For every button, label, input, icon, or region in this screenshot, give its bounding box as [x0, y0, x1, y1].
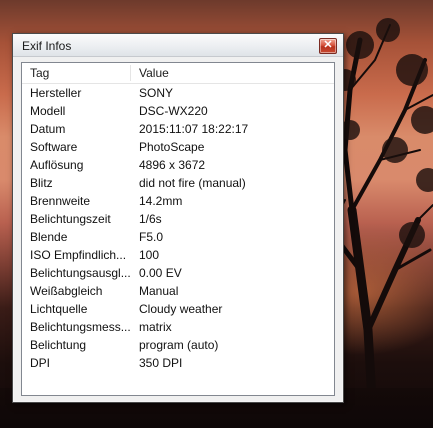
table-row[interactable]: ISO Empfindlich... 100 — [22, 246, 334, 264]
column-header-tag[interactable]: Tag — [30, 66, 49, 80]
row-value: program (auto) — [139, 338, 219, 352]
table-row[interactable]: Software PhotoScape — [22, 138, 334, 156]
row-tag: Belichtungsmess... — [30, 320, 131, 334]
row-tag: Hersteller — [30, 86, 82, 100]
table-body: Hersteller SONY Modell DSC-WX220 Datum 2015… — [22, 84, 334, 372]
row-tag: Auflösung — [30, 158, 84, 172]
table-row[interactable]: Belichtungsausgl... 0.00 EV — [22, 264, 334, 282]
table-row[interactable]: Hersteller SONY — [22, 84, 334, 102]
row-tag: Lichtquelle — [30, 302, 88, 316]
row-tag: Blende — [30, 230, 68, 244]
row-tag: Weißabgleich — [30, 284, 103, 298]
close-button[interactable]: ✕ — [319, 38, 337, 54]
row-tag: Datum — [30, 122, 66, 136]
column-separator[interactable] — [130, 65, 131, 81]
title-bar[interactable]: Exif Infos ✕ — [13, 34, 343, 57]
row-tag: Blitz — [30, 176, 53, 190]
table-row[interactable]: Brennweite 14.2mm — [22, 192, 334, 210]
row-value: 2015:11:07 18:22:17 — [139, 122, 249, 136]
column-header-row: Tag Value — [22, 63, 334, 84]
table-row[interactable]: Belichtungsmess... matrix — [22, 318, 334, 336]
table-row[interactable]: Blitz did not fire (manual) — [22, 174, 334, 192]
row-value: Manual — [139, 284, 179, 298]
row-value: 100 — [139, 248, 160, 262]
row-value: PhotoScape — [139, 140, 205, 154]
row-value: 350 DPI — [139, 356, 183, 370]
column-header-value[interactable]: Value — [139, 66, 169, 80]
row-value: did not fire (manual) — [139, 176, 246, 190]
row-value: Cloudy weather — [139, 302, 223, 316]
row-value: SONY — [139, 86, 174, 100]
table-row[interactable]: Auflösung 4896 x 3672 — [22, 156, 334, 174]
row-tag: Belichtungszeit — [30, 212, 111, 226]
row-tag: ISO Empfindlich... — [30, 248, 127, 262]
table-row[interactable]: Belichtungszeit 1/6s — [22, 210, 334, 228]
row-tag: Modell — [30, 104, 66, 118]
row-tag: DPI — [30, 356, 51, 370]
row-tag: Software — [30, 140, 78, 154]
row-value: DSC-WX220 — [139, 104, 208, 118]
row-value: 0.00 EV — [139, 266, 182, 280]
table-row[interactable]: Datum 2015:11:07 18:22:17 — [22, 120, 334, 138]
row-tag: Brennweite — [30, 194, 91, 208]
row-value: 4896 x 3672 — [139, 158, 206, 172]
table-row[interactable]: Weißabgleich Manual — [22, 282, 334, 300]
row-tag: Belichtungsausgl... — [30, 266, 131, 280]
window-title: Exif Infos — [22, 39, 72, 53]
row-tag: Belichtung — [30, 338, 87, 352]
row-value: 1/6s — [139, 212, 162, 226]
exif-list-view[interactable]: Tag Value Hersteller SONY Modell DSC-WX220… — [21, 62, 335, 396]
table-row[interactable]: Belichtung program (auto) — [22, 336, 334, 354]
exif-infos-window: Exif Infos ✕ Tag Value Hersteller SONY Mo… — [12, 33, 344, 403]
row-value: 14.2mm — [139, 194, 183, 208]
table-row[interactable]: Lichtquelle Cloudy weather — [22, 300, 334, 318]
table-row[interactable]: Blende F5.0 — [22, 228, 334, 246]
row-value: F5.0 — [139, 230, 164, 244]
table-row[interactable]: Modell DSC-WX220 — [22, 102, 334, 120]
row-value: matrix — [139, 320, 172, 334]
table-row[interactable]: DPI 350 DPI — [22, 354, 334, 372]
close-icon: ✕ — [323, 39, 333, 51]
